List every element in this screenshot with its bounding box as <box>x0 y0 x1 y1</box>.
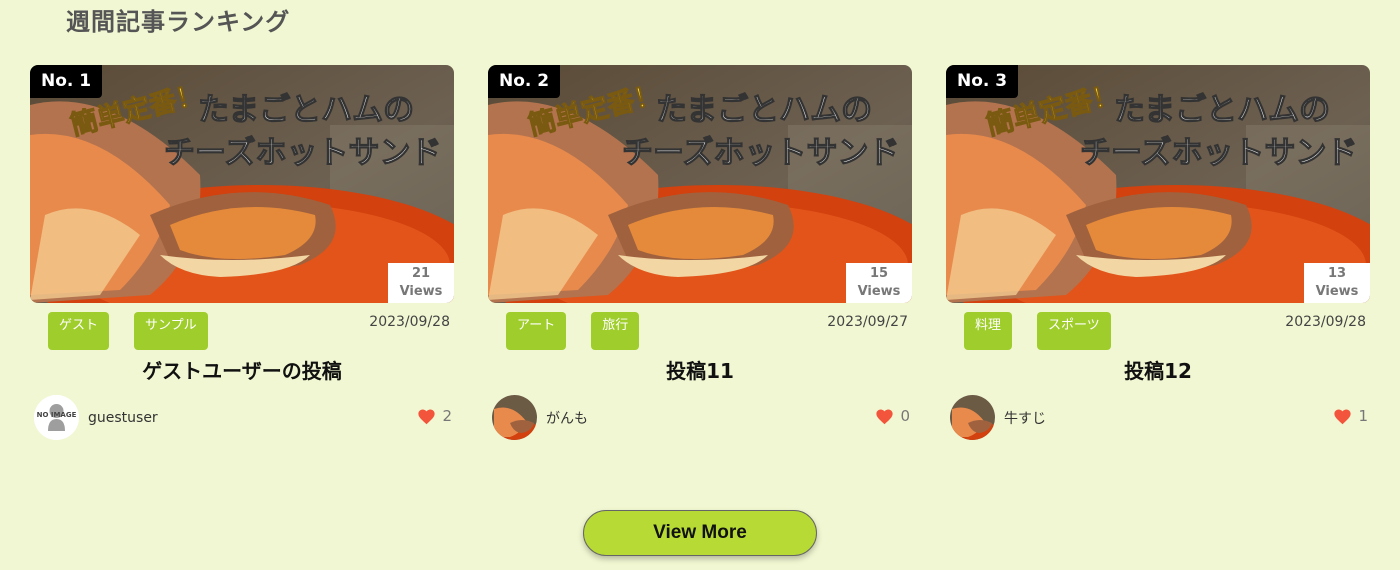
tag-label[interactable]: アート <box>506 312 567 350</box>
sandwich-avatar-icon <box>492 395 537 440</box>
section-title: 週間記事ランキング <box>66 8 291 36</box>
author-name: 牛すじ <box>1004 410 1046 427</box>
like-count: 0 <box>900 407 910 425</box>
views-label: Views <box>399 284 443 299</box>
ranking-card: 簡単定番！ たまごとハムの チーズホットサンド No. 1 21 Views ゲ… <box>30 65 454 445</box>
heart-icon <box>876 409 894 424</box>
like-count: 2 <box>442 407 452 425</box>
tag-list: アート 旅行 <box>506 312 640 350</box>
no-image-avatar-icon: NO IMAGE <box>34 395 79 440</box>
rank-badge: No. 2 <box>488 65 561 98</box>
views-label: Views <box>1315 284 1359 299</box>
author-name: guestuser <box>88 409 158 426</box>
ranking-card: 簡単定番！ たまごとハムの チーズホットサンド No. 3 13 Views 料… <box>946 65 1370 445</box>
avatar: NO IMAGE <box>34 395 79 440</box>
rank-badge: No. 1 <box>30 65 103 98</box>
avatar <box>950 395 995 440</box>
post-thumbnail[interactable]: 簡単定番！ たまごとハムの チーズホットサンド No. 1 21 Views <box>30 65 454 303</box>
views-counter: 21 Views <box>388 263 454 303</box>
tag-label[interactable]: スポーツ <box>1037 312 1111 350</box>
like-button[interactable]: 2 <box>417 407 452 425</box>
tag-list: 料理 スポーツ <box>964 312 1111 350</box>
view-more-button[interactable]: View More <box>583 510 817 556</box>
tag-list: ゲスト サンプル <box>48 312 208 350</box>
views-counter: 15 Views <box>846 263 912 303</box>
post-date: 2023/09/27 <box>827 314 908 330</box>
views-label: Views <box>857 284 901 299</box>
svg-text:たまごとハムの: たまごとハムの <box>656 92 872 128</box>
author-name: がんも <box>546 410 588 427</box>
heart-icon <box>1334 409 1352 424</box>
post-thumbnail[interactable]: 簡単定番！ たまごとハムの チーズホットサンド No. 2 15 Views <box>488 65 912 303</box>
views-count: 15 <box>869 266 889 281</box>
tag-label[interactable]: サンプル <box>134 312 208 350</box>
views-count: 13 <box>1327 266 1347 281</box>
svg-text:チーズホットサンド: チーズホットサンド <box>622 135 899 171</box>
views-counter: 13 Views <box>1304 263 1370 303</box>
heart-icon <box>418 409 436 424</box>
post-title[interactable]: 投稿11 <box>488 355 912 384</box>
post-thumbnail[interactable]: 簡単定番！ たまごとハムの チーズホットサンド No. 3 13 Views <box>946 65 1370 303</box>
post-title[interactable]: 投稿12 <box>946 355 1370 384</box>
views-count: 21 <box>411 266 431 281</box>
author-link[interactable]: 牛すじ <box>950 395 1046 440</box>
like-button[interactable]: 0 <box>875 407 910 425</box>
tag-label[interactable]: 料理 <box>964 312 1013 350</box>
post-date: 2023/09/28 <box>369 314 450 330</box>
sandwich-avatar-icon <box>950 395 995 440</box>
svg-text:たまごとハムの: たまごとハムの <box>198 92 414 128</box>
author-link[interactable]: NO IMAGE guestuser <box>34 395 158 440</box>
ranking-card: 簡単定番！ たまごとハムの チーズホットサンド No. 2 15 Views ア… <box>488 65 912 445</box>
svg-text:たまごとハムの: たまごとハムの <box>1114 92 1330 128</box>
svg-text:チーズホットサンド: チーズホットサンド <box>1080 135 1357 171</box>
post-title[interactable]: ゲストユーザーの投稿 <box>30 355 454 384</box>
tag-label[interactable]: 旅行 <box>591 312 640 350</box>
like-count: 1 <box>1358 407 1368 425</box>
author-link[interactable]: がんも <box>492 395 588 440</box>
svg-text:NO IMAGE: NO IMAGE <box>37 411 77 419</box>
avatar <box>492 395 537 440</box>
post-date: 2023/09/28 <box>1285 314 1366 330</box>
tag-label[interactable]: ゲスト <box>48 312 110 350</box>
svg-text:チーズホットサンド: チーズホットサンド <box>164 135 441 171</box>
rank-badge: No. 3 <box>946 65 1019 98</box>
like-button[interactable]: 1 <box>1333 407 1368 425</box>
